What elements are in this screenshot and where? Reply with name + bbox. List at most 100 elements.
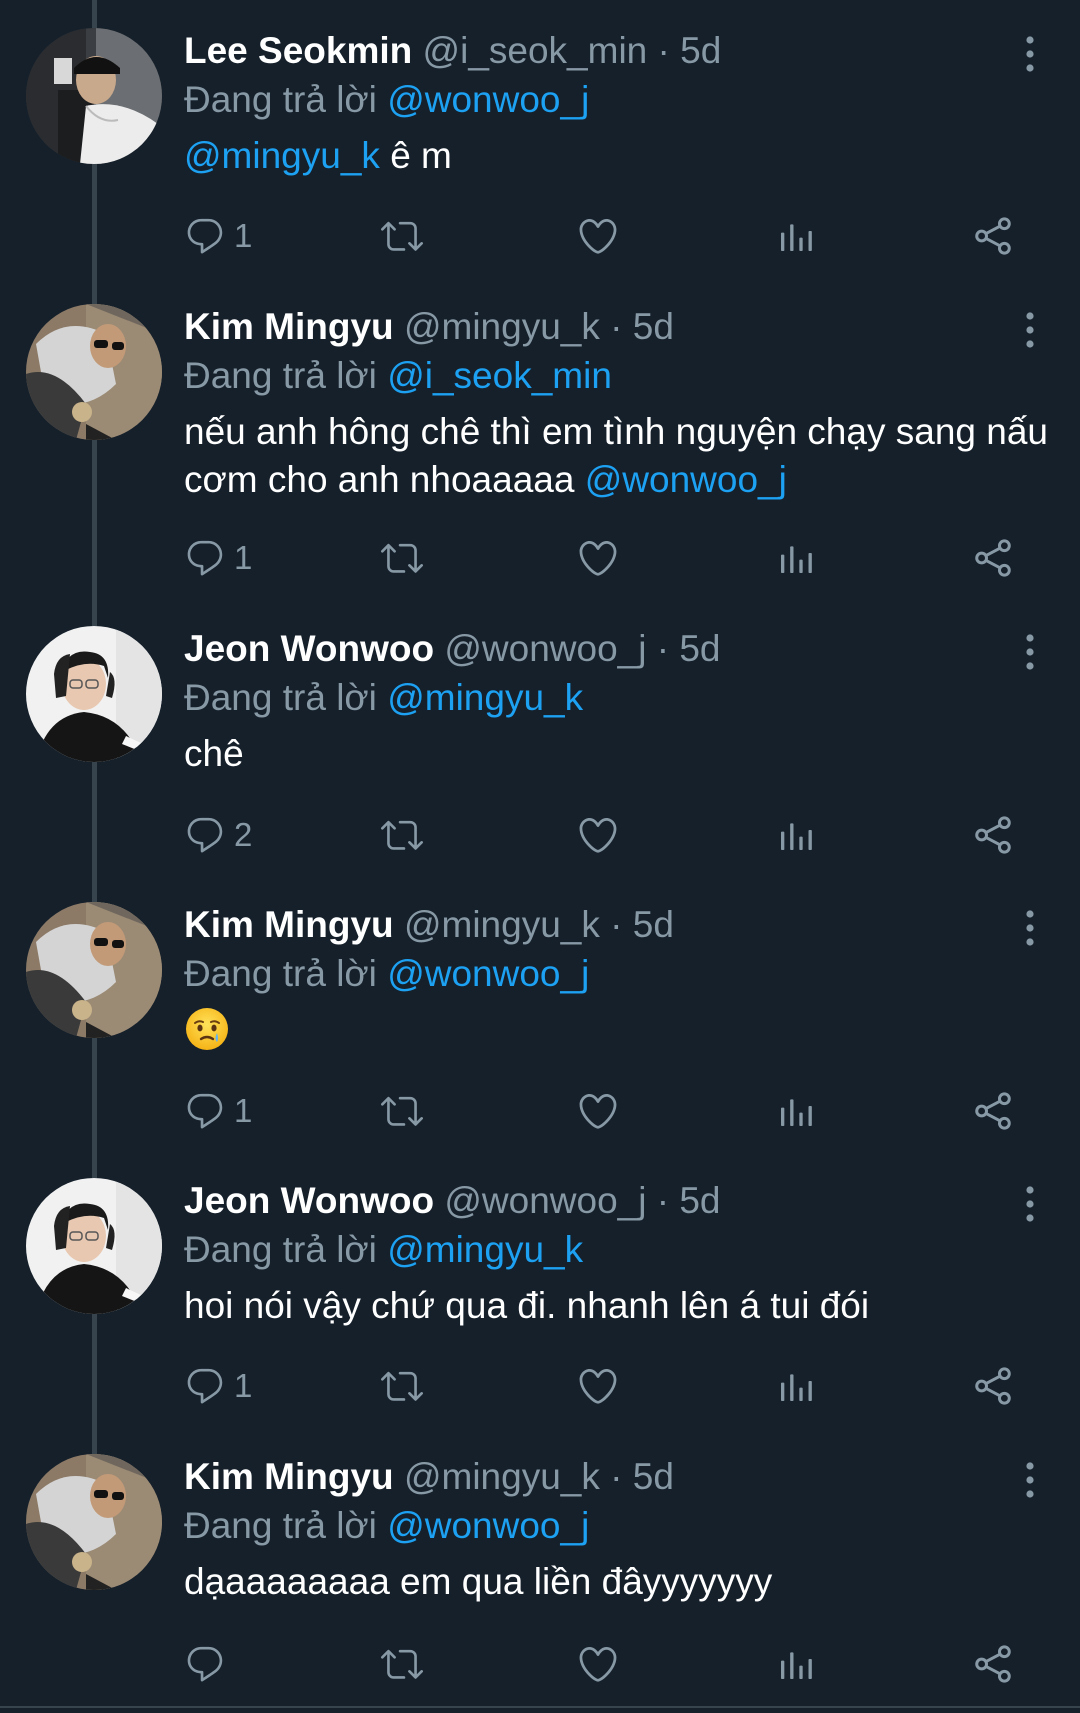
- reply-button[interactable]: 1: [184, 1087, 252, 1135]
- tweet[interactable]: Jeon Wonwoo @wonwoo_j · 5d Đang trả lời …: [0, 1150, 1080, 1426]
- analytics-button[interactable]: [776, 811, 816, 859]
- display-name[interactable]: Jeon Wonwoo: [184, 1180, 434, 1221]
- more-options-icon[interactable]: [1018, 1460, 1042, 1500]
- timestamp[interactable]: 5d: [679, 1180, 720, 1221]
- tweet-header: Lee Seokmin @i_seok_min · 5d: [184, 26, 1044, 76]
- like-button[interactable]: [576, 212, 620, 260]
- replying-to-mention[interactable]: @wonwoo_j: [387, 953, 589, 994]
- replying-to-mention[interactable]: @wonwoo_j: [387, 79, 589, 120]
- reply-button[interactable]: 2: [184, 811, 252, 859]
- replying-to-mention[interactable]: @i_seok_min: [387, 355, 612, 396]
- share-icon: [972, 1090, 1014, 1132]
- reply-icon: [184, 1090, 226, 1132]
- share-icon: [972, 814, 1014, 856]
- reply-button[interactable]: [184, 1640, 226, 1688]
- more-options-icon[interactable]: [1018, 632, 1042, 672]
- share-button[interactable]: [972, 1087, 1014, 1135]
- display-name[interactable]: Jeon Wonwoo: [184, 628, 434, 669]
- share-button[interactable]: [972, 534, 1014, 582]
- share-icon: [972, 1643, 1014, 1685]
- more-options-icon[interactable]: [1018, 310, 1042, 350]
- replying-to-label: Đang trả lời: [184, 79, 377, 120]
- crying-face-emoji: [184, 1006, 230, 1052]
- reply-count: 1: [234, 217, 253, 254]
- more-options-icon[interactable]: [1018, 34, 1042, 74]
- replying-to-label: Đang trả lời: [184, 677, 377, 718]
- user-handle[interactable]: @mingyu_k: [404, 904, 600, 945]
- display-name[interactable]: Kim Mingyu: [184, 1456, 394, 1497]
- tweet-text: @mingyu_k ê m: [184, 132, 1064, 180]
- like-button[interactable]: [576, 534, 620, 582]
- separator-dot: ·: [610, 1456, 623, 1497]
- analytics-button[interactable]: [776, 534, 816, 582]
- analytics-button[interactable]: [776, 1362, 816, 1410]
- reply-button[interactable]: 1: [184, 534, 252, 582]
- tweet[interactable]: Jeon Wonwoo @wonwoo_j · 5d Đang trả lời …: [0, 598, 1080, 874]
- display-name[interactable]: Kim Mingyu: [184, 306, 394, 347]
- timestamp[interactable]: 5d: [633, 306, 674, 347]
- heart-icon: [576, 813, 620, 857]
- avatar[interactable]: [26, 1454, 162, 1590]
- reply-button[interactable]: 1: [184, 212, 252, 260]
- avatar[interactable]: [26, 902, 162, 1038]
- body-text: dạaaaaaaaa em qua liền đâyyyyyyy: [184, 1561, 773, 1602]
- user-handle[interactable]: @wonwoo_j: [444, 628, 646, 669]
- share-button[interactable]: [972, 212, 1014, 260]
- avatar[interactable]: [26, 304, 162, 440]
- replying-to-mention[interactable]: @wonwoo_j: [387, 1505, 589, 1546]
- retweet-button[interactable]: [378, 212, 426, 260]
- user-handle[interactable]: @mingyu_k: [404, 306, 600, 347]
- tweet[interactable]: Kim Mingyu @mingyu_k · 5d Đang trả lời @…: [0, 874, 1080, 1150]
- retweet-button[interactable]: [378, 1362, 426, 1410]
- retweet-button[interactable]: [378, 811, 426, 859]
- like-button[interactable]: [576, 1362, 620, 1410]
- share-button[interactable]: [972, 1362, 1014, 1410]
- retweet-button[interactable]: [378, 1087, 426, 1135]
- reply-count: 1: [234, 1367, 253, 1404]
- retweet-icon: [378, 215, 426, 257]
- more-options-icon[interactable]: [1018, 1184, 1042, 1224]
- separator-dot: ·: [657, 30, 670, 71]
- tweet-header: Jeon Wonwoo @wonwoo_j · 5d: [184, 1176, 1044, 1226]
- timestamp[interactable]: 5d: [680, 30, 721, 71]
- tweet[interactable]: Lee Seokmin @i_seok_min · 5d Đang trả lờ…: [0, 0, 1080, 276]
- avatar[interactable]: [26, 28, 162, 164]
- action-bar: [184, 1640, 1024, 1688]
- timestamp[interactable]: 5d: [633, 904, 674, 945]
- more-options-icon[interactable]: [1018, 908, 1042, 948]
- avatar[interactable]: [26, 1178, 162, 1314]
- retweet-button[interactable]: [378, 1640, 426, 1688]
- like-button[interactable]: [576, 811, 620, 859]
- tweet[interactable]: Kim Mingyu @mingyu_k · 5d Đang trả lời @…: [0, 276, 1080, 598]
- share-button[interactable]: [972, 1640, 1014, 1688]
- replying-to: Đang trả lời @mingyu_k: [184, 674, 1044, 722]
- like-button[interactable]: [576, 1087, 620, 1135]
- share-button[interactable]: [972, 811, 1014, 859]
- user-handle[interactable]: @mingyu_k: [404, 1456, 600, 1497]
- display-name[interactable]: Lee Seokmin: [184, 30, 412, 71]
- like-button[interactable]: [576, 1640, 620, 1688]
- avatar[interactable]: [26, 626, 162, 762]
- reply-button[interactable]: 1: [184, 1362, 252, 1410]
- body-mention[interactable]: @wonwoo_j: [585, 459, 787, 500]
- body-mention[interactable]: @mingyu_k: [184, 135, 380, 176]
- timestamp[interactable]: 5d: [679, 628, 720, 669]
- analytics-button[interactable]: [776, 1087, 816, 1135]
- replying-to-mention[interactable]: @mingyu_k: [387, 1229, 583, 1270]
- tweet[interactable]: Kim Mingyu @mingyu_k · 5d Đang trả lời @…: [0, 1426, 1080, 1706]
- action-bar: 1: [184, 1087, 1024, 1135]
- analytics-button[interactable]: [776, 1640, 816, 1688]
- timestamp[interactable]: 5d: [633, 1456, 674, 1497]
- share-icon: [972, 215, 1014, 257]
- body-text: chê: [184, 733, 244, 774]
- analytics-button[interactable]: [776, 212, 816, 260]
- display-name[interactable]: Kim Mingyu: [184, 904, 394, 945]
- replying-to: Đang trả lời @mingyu_k: [184, 1226, 1044, 1274]
- user-handle[interactable]: @wonwoo_j: [444, 1180, 646, 1221]
- replying-to-mention[interactable]: @mingyu_k: [387, 677, 583, 718]
- avatar-image: [26, 1454, 162, 1590]
- retweet-button[interactable]: [378, 534, 426, 582]
- heart-icon: [576, 1642, 620, 1686]
- user-handle[interactable]: @i_seok_min: [423, 30, 648, 71]
- tweet-text: hoi nói vậy chứ qua đi. nhanh lên á tui …: [184, 1282, 1064, 1330]
